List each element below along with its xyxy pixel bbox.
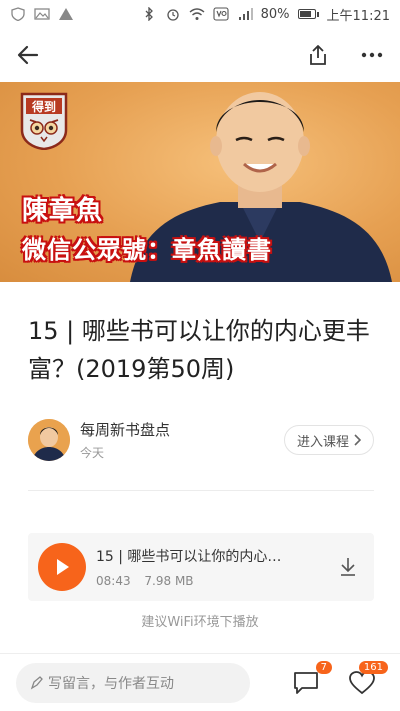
heart-icon [349, 670, 375, 694]
like-count-badge: 161 [358, 660, 388, 674]
enter-course-label: 进入课程 [296, 434, 349, 450]
audio-size: 7.98 MB [144, 574, 194, 588]
wifi-icon [189, 7, 205, 21]
audio-title: 15 | 哪些书可以让你的内心… [96, 549, 282, 565]
top-nav-bar [0, 28, 400, 82]
comment-placeholder: 写留言，与作者互动 [48, 675, 174, 692]
share-button[interactable] [302, 39, 334, 71]
share-icon [310, 45, 326, 65]
author-name[interactable]: 每周新书盘点 [80, 419, 284, 440]
download-button[interactable] [332, 551, 364, 583]
status-bar: 80% 上午11:21 [0, 0, 400, 28]
alert-icon [58, 7, 74, 21]
volte-icon [213, 7, 229, 21]
alarm-icon [165, 7, 181, 21]
cover-overlay-name: 陳章魚 [22, 196, 104, 226]
pen-icon [30, 675, 43, 689]
avatar[interactable] [28, 419, 70, 461]
battery-icon [297, 9, 319, 19]
more-icon [361, 52, 383, 58]
comment-input[interactable]: 写留言，与作者互动 [16, 662, 250, 703]
bluetooth-icon [141, 7, 157, 21]
enter-course-button[interactable]: 进入课程 [283, 425, 374, 455]
battery-percent: 80% [260, 6, 290, 22]
cover-image: 得到 陳章魚 微信公眾號：章魚讀書 [0, 82, 400, 282]
clock: 上午11:21 [326, 8, 390, 24]
like-button[interactable]: 161 [348, 660, 388, 697]
comment-count-badge: 7 [315, 660, 332, 674]
status-left-icons [10, 7, 74, 21]
comment-icon [294, 671, 318, 694]
article-title: 15 | 哪些书可以让你的内心更丰富？(2019第50周) [28, 317, 370, 383]
shield-icon [10, 7, 26, 21]
dedao-logo: 得到 [20, 92, 68, 150]
chevron-right-icon [354, 434, 361, 446]
divider [28, 490, 374, 491]
audio-duration: 08:43 [96, 574, 131, 588]
play-button[interactable] [38, 543, 86, 591]
audio-player-card[interactable]: 15 | 哪些书可以让你的内心… 08:43 7.98 MB [28, 533, 374, 601]
author-row: 每周新书盘点 今天 进入课程 [28, 418, 374, 462]
publish-time: 今天 [80, 446, 105, 460]
cover-overlay-account: 微信公眾號：章魚讀書 [22, 236, 272, 264]
download-icon [341, 558, 355, 576]
status-right-icons: 80% 上午11:21 [141, 5, 390, 24]
image-icon [34, 7, 50, 21]
wifi-tip: 建议WiFi环境下播放 [141, 615, 259, 630]
more-button[interactable] [356, 39, 388, 71]
svg-text:得到: 得到 [31, 99, 56, 114]
comments-button[interactable]: 7 [292, 660, 332, 697]
back-arrow-icon [17, 45, 39, 65]
signal-icon [237, 7, 253, 21]
bottom-bar: 写留言，与作者互动 7 161 [0, 653, 400, 711]
play-icon [57, 559, 69, 575]
back-button[interactable] [12, 39, 44, 71]
